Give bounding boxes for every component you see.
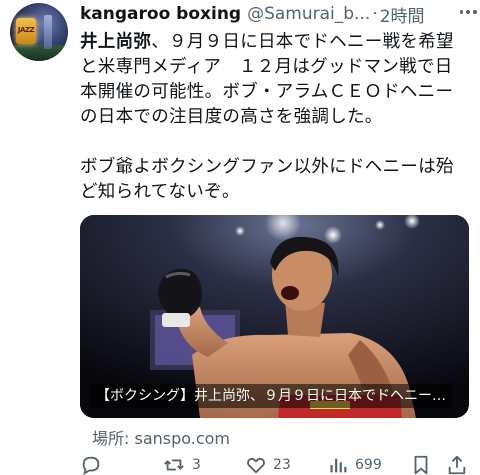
avatar[interactable]: JAZZ: [10, 3, 68, 61]
text-line-1: と米専門メディア １２月はグッドマン戦で日: [80, 57, 453, 77]
text-line-6: ど知られてないぞ。: [80, 182, 240, 202]
like-button[interactable]: 23: [245, 452, 291, 475]
timestamp[interactable]: 2時間: [380, 2, 425, 27]
text-line-4: [80, 130, 472, 155]
retweet-count: 3: [192, 457, 201, 473]
like-count: 23: [273, 457, 291, 473]
author-handle[interactable]: @Samurai_b...: [247, 4, 370, 24]
author-name[interactable]: kangaroo boxing: [80, 4, 241, 24]
retweet-icon: [164, 459, 184, 471]
avatar-ground: [10, 45, 68, 61]
link-card[interactable]: 【ボクシング】井上尚弥、９月９日に日本でドヘニー…: [80, 215, 469, 418]
reply-button[interactable]: [80, 452, 108, 475]
text-line-5: ボブ爺よボクシングファン以外にドヘニーは殆: [80, 157, 454, 177]
share-icon: [448, 455, 466, 475]
text-line-2: 本開催の可能性。ボブ・アラムＣＥＯドヘニー: [80, 82, 454, 102]
text-line-0: 、９月９日に日本でドヘニー戦を希望: [151, 32, 454, 52]
views-count: 699: [355, 457, 382, 473]
card-source[interactable]: 場所: sanspo.com: [92, 425, 230, 449]
retweet-button[interactable]: 3: [162, 452, 201, 475]
tweet-text: 井上尚弥、９月９日に日本でドヘニー戦を希望 と米専門メディア １２月はグッドマン…: [80, 30, 472, 205]
heart-icon: [247, 457, 265, 474]
more-options-icon[interactable]: [458, 2, 478, 22]
share-button[interactable]: [446, 452, 468, 475]
views-button[interactable]: 699: [327, 452, 382, 475]
tweet[interactable]: JAZZ kangaroo boxing @Samurai_b... · 2時間…: [0, 0, 480, 475]
bookmark-icon: [414, 455, 428, 475]
bookmark-button[interactable]: [410, 452, 432, 475]
tweet-header: kangaroo boxing @Samurai_b... · 2時間: [80, 2, 472, 27]
avatar-sign: JAZZ: [16, 18, 36, 44]
tweet-lead: 井上尚弥: [80, 32, 152, 52]
avatar-tower: [44, 15, 52, 49]
reply-icon: [82, 456, 100, 475]
views-icon: [330, 458, 347, 473]
separator: ·: [372, 4, 378, 24]
card-caption: 【ボクシング】井上尚弥、９月９日に日本でドヘニー…: [90, 384, 452, 408]
text-line-3: の日本での注目度の高さを強調した。: [80, 107, 383, 127]
action-bar: 3 23 699: [80, 452, 475, 475]
